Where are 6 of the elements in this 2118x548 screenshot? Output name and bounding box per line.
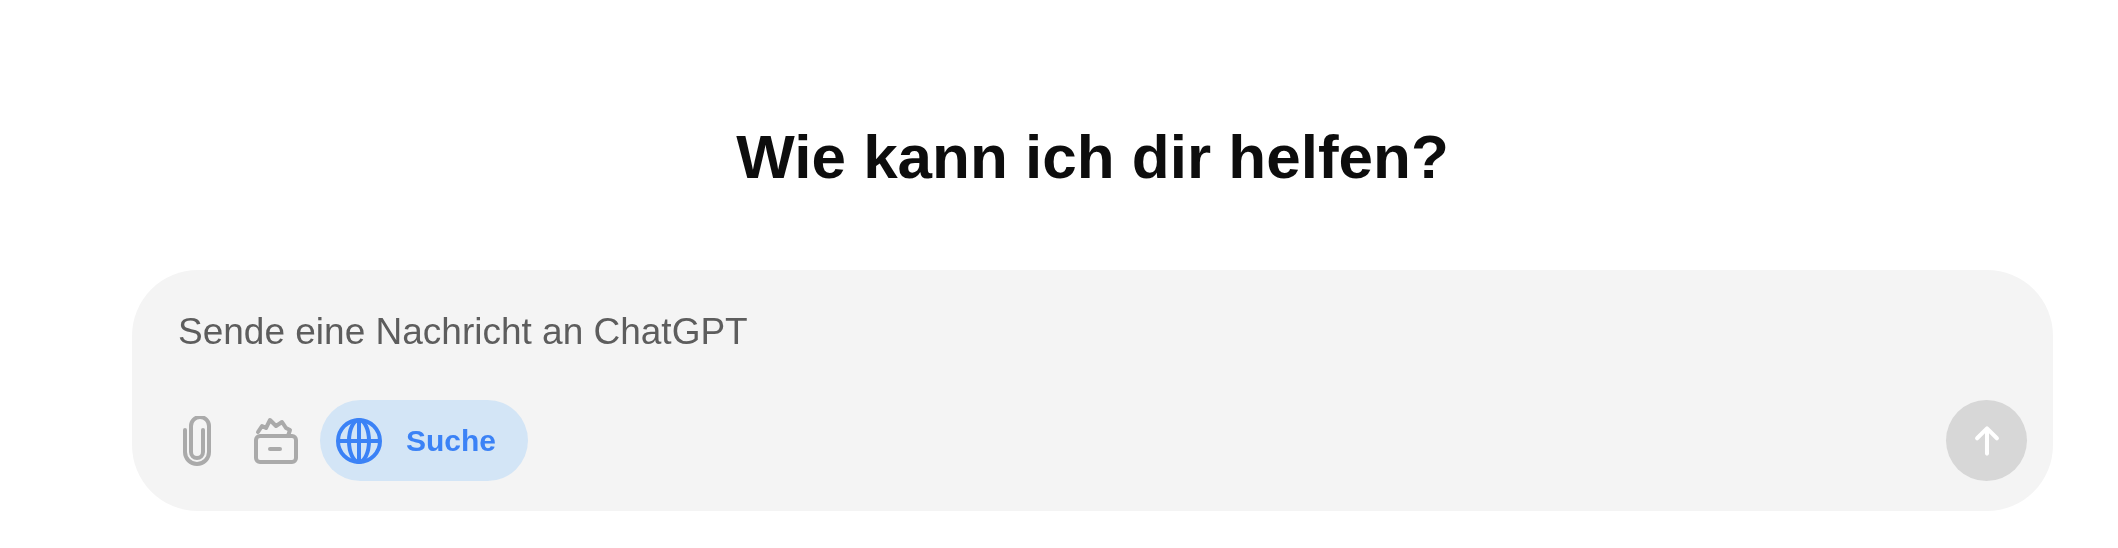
toolbox-icon[interactable]	[252, 415, 300, 466]
search-toggle[interactable]: Suche	[320, 400, 529, 481]
paperclip-icon[interactable]	[180, 415, 214, 466]
globe-icon	[334, 415, 384, 466]
page-heading: Wie kann ich dir helfen?	[735, 121, 1450, 193]
message-input[interactable]: Sende eine Nachricht an ChatGPT	[178, 306, 1378, 358]
